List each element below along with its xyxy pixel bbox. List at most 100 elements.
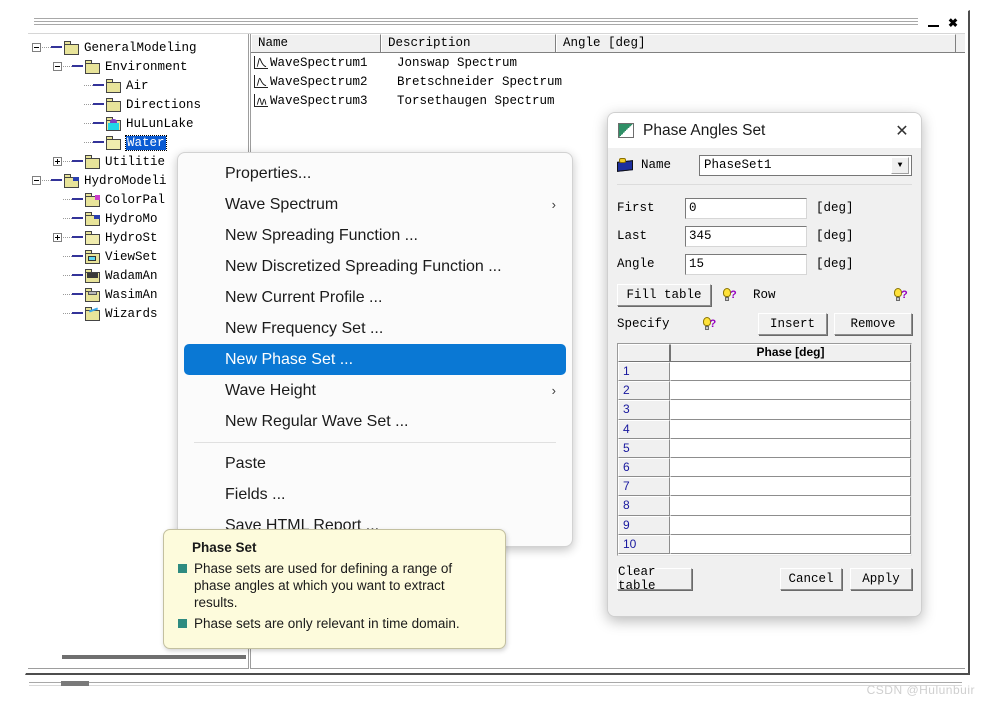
menu-item-label: New Regular Wave Set ... bbox=[225, 412, 409, 430]
menu-item-new-frequency-set[interactable]: New Frequency Set ... bbox=[178, 313, 572, 344]
context-menu[interactable]: Properties... Wave Spectrum › New Spreading… bbox=[177, 152, 573, 547]
tree-item-label: ViewSet bbox=[105, 249, 158, 264]
tree-collapse-icon[interactable] bbox=[32, 176, 41, 185]
tree-item-generalmodeling[interactable]: GeneralModeling bbox=[32, 38, 248, 57]
tree-item-hulunlake[interactable]: HuLunLake bbox=[32, 114, 248, 133]
menu-item-label: New Current Profile ... bbox=[225, 288, 383, 306]
clear-table-button[interactable]: Clear table bbox=[617, 565, 692, 593]
folder-water-icon bbox=[106, 116, 122, 131]
phase-table-row[interactable]: 7 bbox=[618, 477, 911, 497]
phase-row-value[interactable] bbox=[670, 477, 911, 497]
phase-row-index: 8 bbox=[618, 496, 670, 516]
listview-row[interactable]: WaveSpectrum2 Bretschneider Spectrum bbox=[251, 72, 965, 91]
menu-item-new-discretized-spreading-function[interactable]: New Discretized Spreading Function ... bbox=[178, 251, 572, 282]
field-label-angle: Angle bbox=[617, 257, 655, 271]
tree-item-air[interactable]: Air bbox=[32, 76, 248, 95]
menu-item-new-regular-wave-set[interactable]: New Regular Wave Set ... bbox=[178, 406, 572, 437]
tree-item-label: HydroModeli bbox=[84, 173, 167, 188]
phase-table-header: Phase [deg] bbox=[618, 344, 911, 362]
tree-expand-icon[interactable] bbox=[53, 233, 62, 242]
help-bulb-icon-fill[interactable]: ? bbox=[722, 287, 737, 303]
tree-collapse-icon[interactable] bbox=[32, 43, 41, 52]
listview-column-header-2[interactable]: Angle [deg] bbox=[556, 34, 956, 52]
phase-table-row[interactable]: 2 bbox=[618, 381, 911, 401]
phase-row-value[interactable] bbox=[670, 438, 911, 458]
help-bulb-icon-specify[interactable]: ? bbox=[702, 316, 717, 332]
tree-collapse-icon[interactable] bbox=[53, 62, 62, 71]
listview-row[interactable]: WaveSpectrum3 Torsethaugen Spectrum bbox=[251, 91, 965, 110]
menu-item-new-current-profile[interactable]: New Current Profile ... bbox=[178, 282, 572, 313]
menu-item-wave-height[interactable]: Wave Height › bbox=[178, 375, 572, 406]
listview-column-header-1[interactable]: Description bbox=[381, 34, 556, 52]
scrollbar-thumb-outer[interactable] bbox=[61, 681, 89, 686]
menu-item-properties[interactable]: Properties... bbox=[178, 158, 572, 189]
tree-item-label: WadamAn bbox=[105, 268, 158, 283]
folder-icon bbox=[85, 154, 101, 169]
phase-row-value[interactable] bbox=[670, 457, 911, 478]
tree-expand-icon[interactable] bbox=[53, 157, 62, 166]
name-value[interactable]: PhaseSet1 bbox=[700, 158, 891, 172]
menu-item-new-phase-set[interactable]: New Phase Set ... bbox=[184, 344, 566, 375]
restore-button[interactable] bbox=[924, 15, 942, 31]
dialog-divider bbox=[617, 184, 912, 185]
phase-table[interactable]: Phase [deg] 1 2 3 4 5 6 7 8 9 10 bbox=[617, 343, 912, 556]
phase-row-index: 6 bbox=[618, 457, 670, 478]
phase-table-row[interactable]: 4 bbox=[618, 419, 911, 439]
name-combobox[interactable]: PhaseSet1 ▼ bbox=[699, 154, 912, 176]
phase-row-value[interactable] bbox=[670, 534, 911, 554]
phase-table-row[interactable]: 3 bbox=[618, 400, 911, 420]
field-input-last[interactable]: 345 bbox=[685, 225, 807, 247]
tooltip-title: Phase Set bbox=[192, 540, 257, 555]
dialog-close-icon[interactable]: ✕ bbox=[889, 118, 915, 144]
chevron-down-icon[interactable]: ▼ bbox=[891, 156, 909, 174]
apply-button[interactable]: Apply bbox=[850, 568, 912, 590]
tree-item-label: HydroMo bbox=[105, 211, 158, 226]
remove-button[interactable]: Remove bbox=[834, 313, 912, 335]
phase-row-value[interactable] bbox=[670, 496, 911, 516]
cancel-button[interactable]: Cancel bbox=[780, 568, 842, 590]
listview-rows[interactable]: WaveSpectrum1 Jonswap Spectrum WaveSpectru… bbox=[251, 53, 965, 110]
dialog-app-icon bbox=[618, 123, 634, 138]
field-input-first[interactable]: 0 bbox=[685, 197, 807, 219]
help-tooltip: Phase Set Phase sets are used for defini… bbox=[163, 529, 506, 649]
tree-item-directions[interactable]: Directions bbox=[32, 95, 248, 114]
listview-cell-name: WaveSpectrum2 bbox=[270, 74, 368, 89]
menu-item-paste[interactable]: Paste bbox=[178, 448, 572, 479]
phase-table-row[interactable]: 6 bbox=[618, 457, 911, 478]
phase-row-value[interactable] bbox=[670, 419, 911, 439]
phase-table-row[interactable]: 1 bbox=[618, 362, 911, 382]
menu-item-label: New Phase Set ... bbox=[225, 350, 354, 368]
tree-item-water[interactable]: Water bbox=[32, 133, 248, 152]
phase-table-row[interactable]: 10 bbox=[618, 534, 911, 554]
tree-item-label: Water bbox=[125, 134, 167, 151]
phase-row-value[interactable] bbox=[670, 400, 911, 420]
phase-row-value[interactable] bbox=[670, 362, 911, 382]
help-bulb-icon-row[interactable]: ? bbox=[893, 287, 908, 303]
tree-item-environment[interactable]: Environment bbox=[32, 57, 248, 76]
close-icon[interactable]: ✖ bbox=[944, 15, 962, 31]
window-bottom-scrollbar[interactable] bbox=[25, 678, 970, 692]
listview-column-header-0[interactable]: Name bbox=[251, 34, 381, 52]
field-input-angle[interactable]: 15 bbox=[685, 253, 807, 275]
tree-connector bbox=[63, 198, 83, 200]
phase-table-row[interactable]: 9 bbox=[618, 515, 911, 535]
field-unit-first: [deg] bbox=[816, 201, 854, 215]
scrollbar-thumb[interactable] bbox=[62, 655, 246, 659]
listview-row[interactable]: WaveSpectrum1 Jonswap Spectrum bbox=[251, 53, 965, 72]
listview-cell-name: WaveSpectrum3 bbox=[270, 93, 368, 108]
phase-table-body[interactable]: 1 2 3 4 5 6 7 8 9 10 bbox=[618, 362, 911, 554]
phase-table-row[interactable]: 8 bbox=[618, 496, 911, 516]
phase-row-value[interactable] bbox=[670, 515, 911, 535]
menu-item-wave-spectrum[interactable]: Wave Spectrum › bbox=[178, 189, 572, 220]
menu-item-label: Paste bbox=[225, 454, 266, 472]
tree-connector bbox=[84, 122, 104, 124]
menu-item-fields[interactable]: Fields ... bbox=[178, 479, 572, 510]
menu-item-new-spreading-function[interactable]: New Spreading Function ... bbox=[178, 220, 572, 251]
insert-button[interactable]: Insert bbox=[758, 313, 827, 335]
specify-row: Specify ? Insert Remove bbox=[617, 312, 912, 336]
tree-horizontal-scrollbar[interactable] bbox=[30, 648, 246, 666]
tree-item-label: GeneralModeling bbox=[84, 40, 197, 55]
phase-table-row[interactable]: 5 bbox=[618, 438, 911, 458]
fill-table-button[interactable]: Fill table bbox=[617, 284, 711, 306]
phase-row-value[interactable] bbox=[670, 381, 911, 401]
